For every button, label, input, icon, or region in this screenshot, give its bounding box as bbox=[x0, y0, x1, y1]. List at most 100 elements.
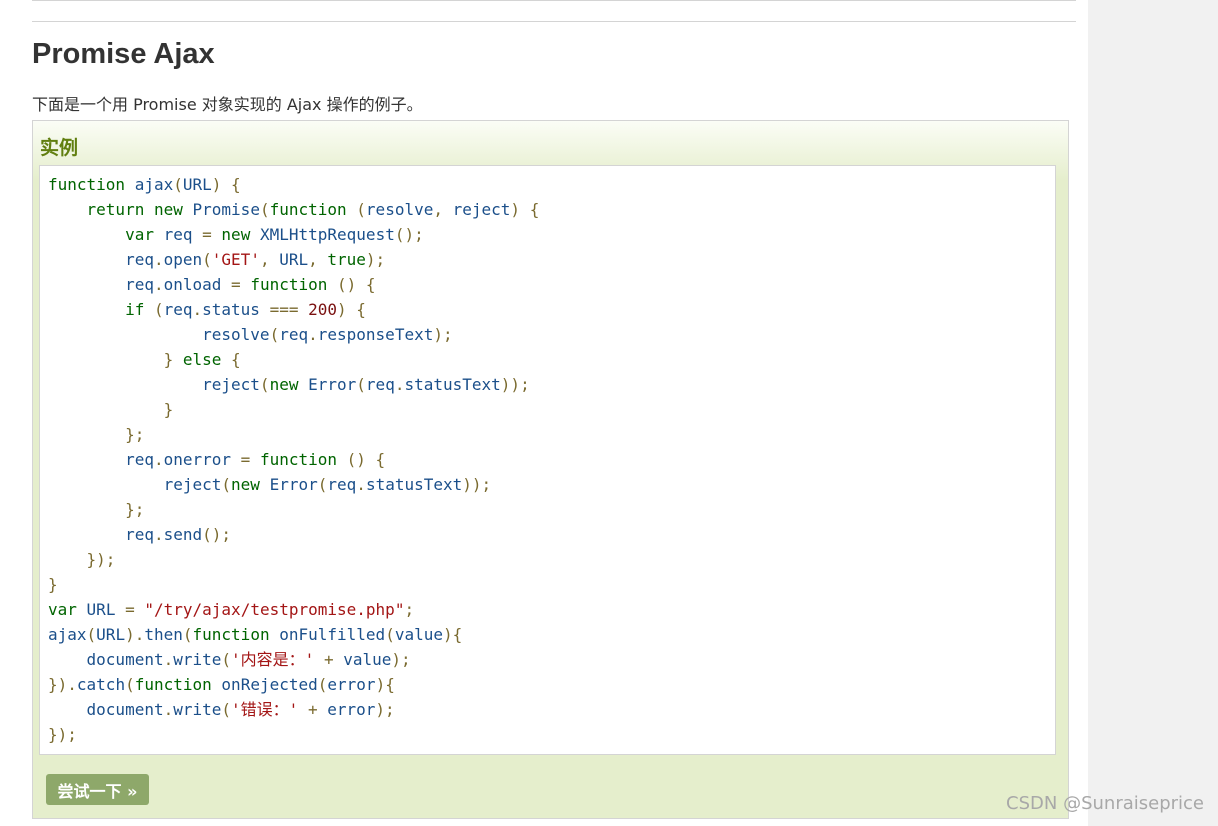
code-token: onload bbox=[163, 275, 222, 294]
code-token: write bbox=[173, 650, 222, 669]
try-it-button[interactable]: 尝试一下 » bbox=[46, 774, 149, 805]
page-title: Promise Ajax bbox=[32, 38, 215, 70]
code-token: === bbox=[259, 300, 309, 319]
code-token: req bbox=[125, 450, 154, 469]
code-line: req.open('GET', URL, true); bbox=[48, 247, 1055, 272]
code-token: ); bbox=[375, 700, 395, 719]
code-token: reject bbox=[452, 200, 511, 219]
code-token: URL bbox=[86, 600, 116, 619]
code-token: responseText bbox=[317, 325, 434, 344]
code-token: ( bbox=[221, 650, 232, 669]
code-token: value bbox=[343, 650, 392, 669]
code-token: Error bbox=[308, 375, 357, 394]
code-token: reject bbox=[202, 375, 260, 394]
code-token: value bbox=[394, 625, 443, 644]
code-token: error bbox=[327, 675, 376, 694]
intro-text: 下面是一个用 Promise 对象实现的 Ajax 操作的例子。 bbox=[32, 95, 423, 114]
code-token: catch bbox=[76, 675, 126, 694]
code-line: } bbox=[48, 572, 1055, 597]
example-panel: 实例 function ajax(URL) { return new Promi… bbox=[32, 120, 1069, 819]
code-token: statusText bbox=[404, 375, 501, 394]
code-token: Promise bbox=[192, 200, 260, 219]
code-token: ( bbox=[385, 625, 395, 644]
code-text: function ajax(URL) { return new Promise(… bbox=[48, 172, 1055, 747]
code-token: () { bbox=[327, 275, 376, 294]
code-token: URL bbox=[96, 625, 126, 644]
code-token: new bbox=[231, 475, 260, 494]
code-token: } bbox=[48, 350, 183, 369]
code-token: , bbox=[259, 250, 280, 269]
code-line: ajax(URL).then(function onFulfilled(valu… bbox=[48, 622, 1055, 647]
code-token: (); bbox=[202, 525, 232, 544]
code-token: req bbox=[125, 250, 154, 269]
code-token: (); bbox=[394, 225, 424, 244]
code-token: = bbox=[221, 275, 251, 294]
code-token: true bbox=[327, 250, 366, 269]
code-token: ( bbox=[144, 300, 164, 319]
code-token: status bbox=[202, 300, 260, 319]
code-token: () { bbox=[337, 450, 386, 469]
code-token: ) { bbox=[337, 300, 366, 319]
code-token: ); bbox=[391, 650, 411, 669]
code-token: function bbox=[259, 450, 338, 469]
code-token: open bbox=[163, 250, 203, 269]
code-line: document.write('错误：' + error); bbox=[48, 697, 1055, 722]
code-token: { bbox=[221, 350, 241, 369]
code-token: )); bbox=[500, 375, 530, 394]
code-token: document bbox=[86, 700, 164, 719]
code-token: else bbox=[182, 350, 222, 369]
code-token: ){ bbox=[375, 675, 395, 694]
code-token: ); bbox=[365, 250, 386, 269]
code-token: ) { bbox=[510, 200, 540, 219]
code-token: }); bbox=[48, 550, 116, 569]
code-token: req bbox=[365, 375, 395, 394]
code-token: = bbox=[192, 225, 222, 244]
code-token: if bbox=[125, 300, 145, 319]
code-token: } bbox=[48, 575, 58, 594]
code-line: reject(new Error(req.statusText)); bbox=[48, 472, 1055, 497]
code-line: }; bbox=[48, 422, 1055, 447]
code-token: , bbox=[308, 250, 328, 269]
code-line: }; bbox=[48, 497, 1055, 522]
code-line: }); bbox=[48, 547, 1055, 572]
code-token: . bbox=[153, 450, 164, 469]
code-token: error bbox=[327, 700, 376, 719]
code-token: }); bbox=[48, 725, 77, 744]
code-token: reject bbox=[163, 475, 222, 494]
code-token: function bbox=[48, 175, 126, 194]
code-token: function bbox=[192, 625, 270, 644]
code-token: ( bbox=[317, 675, 328, 694]
code-token: ( bbox=[259, 200, 270, 219]
code-token: resolve bbox=[365, 200, 434, 219]
code-block[interactable]: function ajax(URL) { return new Promise(… bbox=[39, 165, 1056, 755]
previous-example-box bbox=[32, 0, 1076, 1]
example-label: 实例 bbox=[40, 137, 79, 159]
code-line: resolve(req.responseText); bbox=[48, 322, 1055, 347]
code-token: URL bbox=[279, 250, 309, 269]
code-token: . bbox=[163, 650, 174, 669]
code-token: send bbox=[163, 525, 203, 544]
code-token: write bbox=[173, 700, 222, 719]
code-line: reject(new Error(req.statusText)); bbox=[48, 372, 1055, 397]
code-token: new bbox=[153, 200, 183, 219]
code-token: ( bbox=[221, 700, 232, 719]
code-token: var bbox=[125, 225, 154, 244]
code-token: req bbox=[163, 225, 193, 244]
code-token: function bbox=[250, 275, 328, 294]
code-line: } else { bbox=[48, 347, 1055, 372]
